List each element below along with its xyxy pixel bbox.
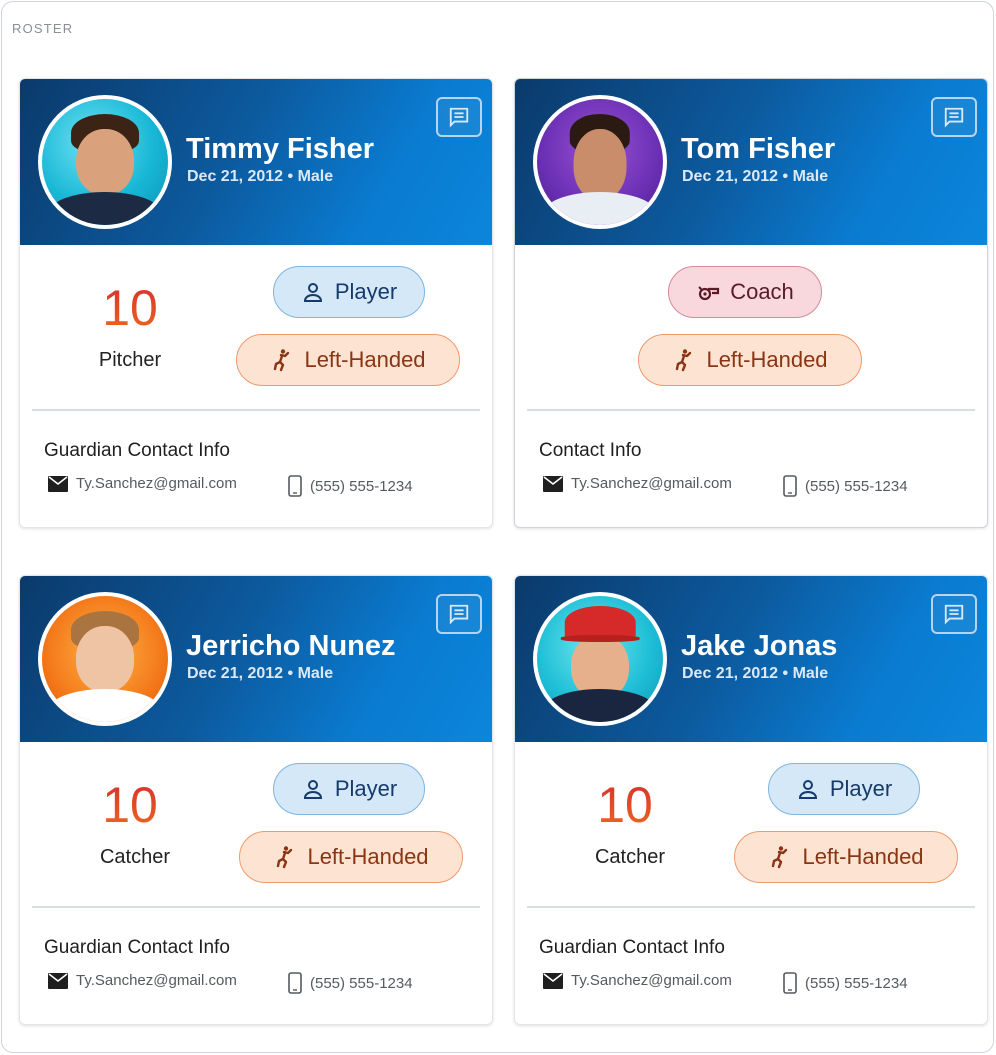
card-header: Tom Fisher Dec 21, 2012 • Male: [515, 79, 987, 245]
handedness-badge: Left-Handed: [734, 831, 958, 883]
role-label: Player: [334, 776, 398, 801]
phone-icon: [288, 972, 302, 994]
jersey-number: 10: [575, 776, 675, 834]
email-contact[interactable]: Ty.Sanchez@gmail.com: [543, 972, 732, 989]
phone-contact[interactable]: (555) 555-1234: [783, 972, 908, 994]
member-name: Tom Fisher: [681, 133, 836, 165]
player-position: Catcher: [99, 846, 171, 868]
message-icon: [449, 107, 469, 128]
message-icon: [944, 107, 964, 128]
pitcher-icon: [676, 349, 692, 372]
phone-text: (555) 555-1234: [805, 477, 908, 495]
roster-card[interactable]: Timmy Fisher Dec 21, 2012 • Male 10 Pitc…: [19, 78, 493, 528]
role-badge-player: Player: [768, 763, 920, 815]
message-button[interactable]: [931, 594, 977, 634]
roster-card[interactable]: Jerricho Nunez Dec 21, 2012 • Male 10 Ca…: [19, 575, 493, 1025]
handedness-badge: Left-Handed: [638, 334, 862, 386]
divider: [32, 906, 480, 908]
divider: [32, 409, 480, 411]
person-icon: [798, 780, 817, 799]
phone-icon: [783, 972, 797, 994]
avatar[interactable]: [533, 592, 667, 726]
handedness-label: Left-Handed: [802, 844, 924, 869]
role-label: Coach: [730, 279, 794, 304]
message-button[interactable]: [436, 594, 482, 634]
card-header: Jake Jonas Dec 21, 2012 • Male: [515, 576, 987, 742]
phone-text: (555) 555-1234: [310, 477, 413, 495]
avatar[interactable]: [533, 95, 667, 229]
role-label: Player: [829, 776, 893, 801]
phone-icon: [783, 475, 797, 497]
contact-title: Contact Info: [539, 440, 642, 461]
handedness-badge: Left-Handed: [236, 334, 460, 386]
member-details: Dec 21, 2012 • Male: [187, 665, 334, 682]
section-label: ROSTER: [12, 21, 74, 36]
phone-contact[interactable]: (555) 555-1234: [783, 475, 908, 497]
email-text: Ty.Sanchez@gmail.com: [571, 475, 732, 492]
email-text: Ty.Sanchez@gmail.com: [76, 972, 237, 989]
member-name: Timmy Fisher: [186, 133, 375, 165]
pitcher-icon: [274, 349, 290, 372]
mail-icon: [48, 972, 68, 989]
phone-text: (555) 555-1234: [805, 974, 908, 992]
contact-title: Guardian Contact Info: [539, 937, 725, 958]
jersey-number: 10: [80, 279, 180, 337]
roster-card[interactable]: Jake Jonas Dec 21, 2012 • Male 10 Catche…: [514, 575, 988, 1025]
phone-icon: [288, 475, 302, 497]
roster-panel: ROSTER Timmy Fisher Dec 21, 2012 • Male …: [1, 1, 994, 1053]
pitcher-icon: [772, 846, 788, 869]
email-contact[interactable]: Ty.Sanchez@gmail.com: [48, 972, 237, 989]
member-details: Dec 21, 2012 • Male: [682, 665, 829, 682]
avatar[interactable]: [38, 95, 172, 229]
message-icon: [449, 604, 469, 625]
handedness-label: Left-Handed: [304, 347, 426, 372]
member-details: Dec 21, 2012 • Male: [187, 168, 334, 185]
handedness-badge: Left-Handed: [239, 831, 463, 883]
contact-title: Guardian Contact Info: [44, 440, 230, 461]
contact-title: Guardian Contact Info: [44, 937, 230, 958]
message-button[interactable]: [931, 97, 977, 137]
card-header: Jerricho Nunez Dec 21, 2012 • Male: [20, 576, 492, 742]
message-icon: [944, 604, 964, 625]
avatar[interactable]: [38, 592, 172, 726]
roster-card[interactable]: Tom Fisher Dec 21, 2012 • Male Coach Lef…: [514, 78, 988, 528]
member-details: Dec 21, 2012 • Male: [682, 168, 829, 185]
member-name: Jerricho Nunez: [186, 630, 396, 662]
player-position: Catcher: [594, 846, 666, 868]
card-header: Timmy Fisher Dec 21, 2012 • Male: [20, 79, 492, 245]
role-badge-player: Player: [273, 763, 425, 815]
handedness-label: Left-Handed: [706, 347, 828, 372]
divider: [527, 409, 975, 411]
mail-icon: [543, 475, 563, 492]
email-contact[interactable]: Ty.Sanchez@gmail.com: [48, 475, 237, 492]
player-position: Pitcher: [98, 349, 162, 371]
email-text: Ty.Sanchez@gmail.com: [76, 475, 237, 492]
message-button[interactable]: [436, 97, 482, 137]
mail-icon: [543, 972, 563, 989]
role-badge-coach: Coach: [668, 266, 822, 318]
person-icon: [303, 283, 322, 302]
mail-icon: [48, 475, 68, 492]
role-badge-player: Player: [273, 266, 425, 318]
pitcher-icon: [277, 846, 293, 869]
divider: [527, 906, 975, 908]
phone-text: (555) 555-1234: [310, 974, 413, 992]
whistle-icon: [698, 286, 720, 301]
email-contact[interactable]: Ty.Sanchez@gmail.com: [543, 475, 732, 492]
member-name: Jake Jonas: [681, 630, 838, 662]
role-label: Player: [334, 279, 398, 304]
handedness-label: Left-Handed: [307, 844, 429, 869]
jersey-number: 10: [80, 776, 180, 834]
person-icon: [303, 780, 322, 799]
phone-contact[interactable]: (555) 555-1234: [288, 475, 413, 497]
phone-contact[interactable]: (555) 555-1234: [288, 972, 413, 994]
email-text: Ty.Sanchez@gmail.com: [571, 972, 732, 989]
